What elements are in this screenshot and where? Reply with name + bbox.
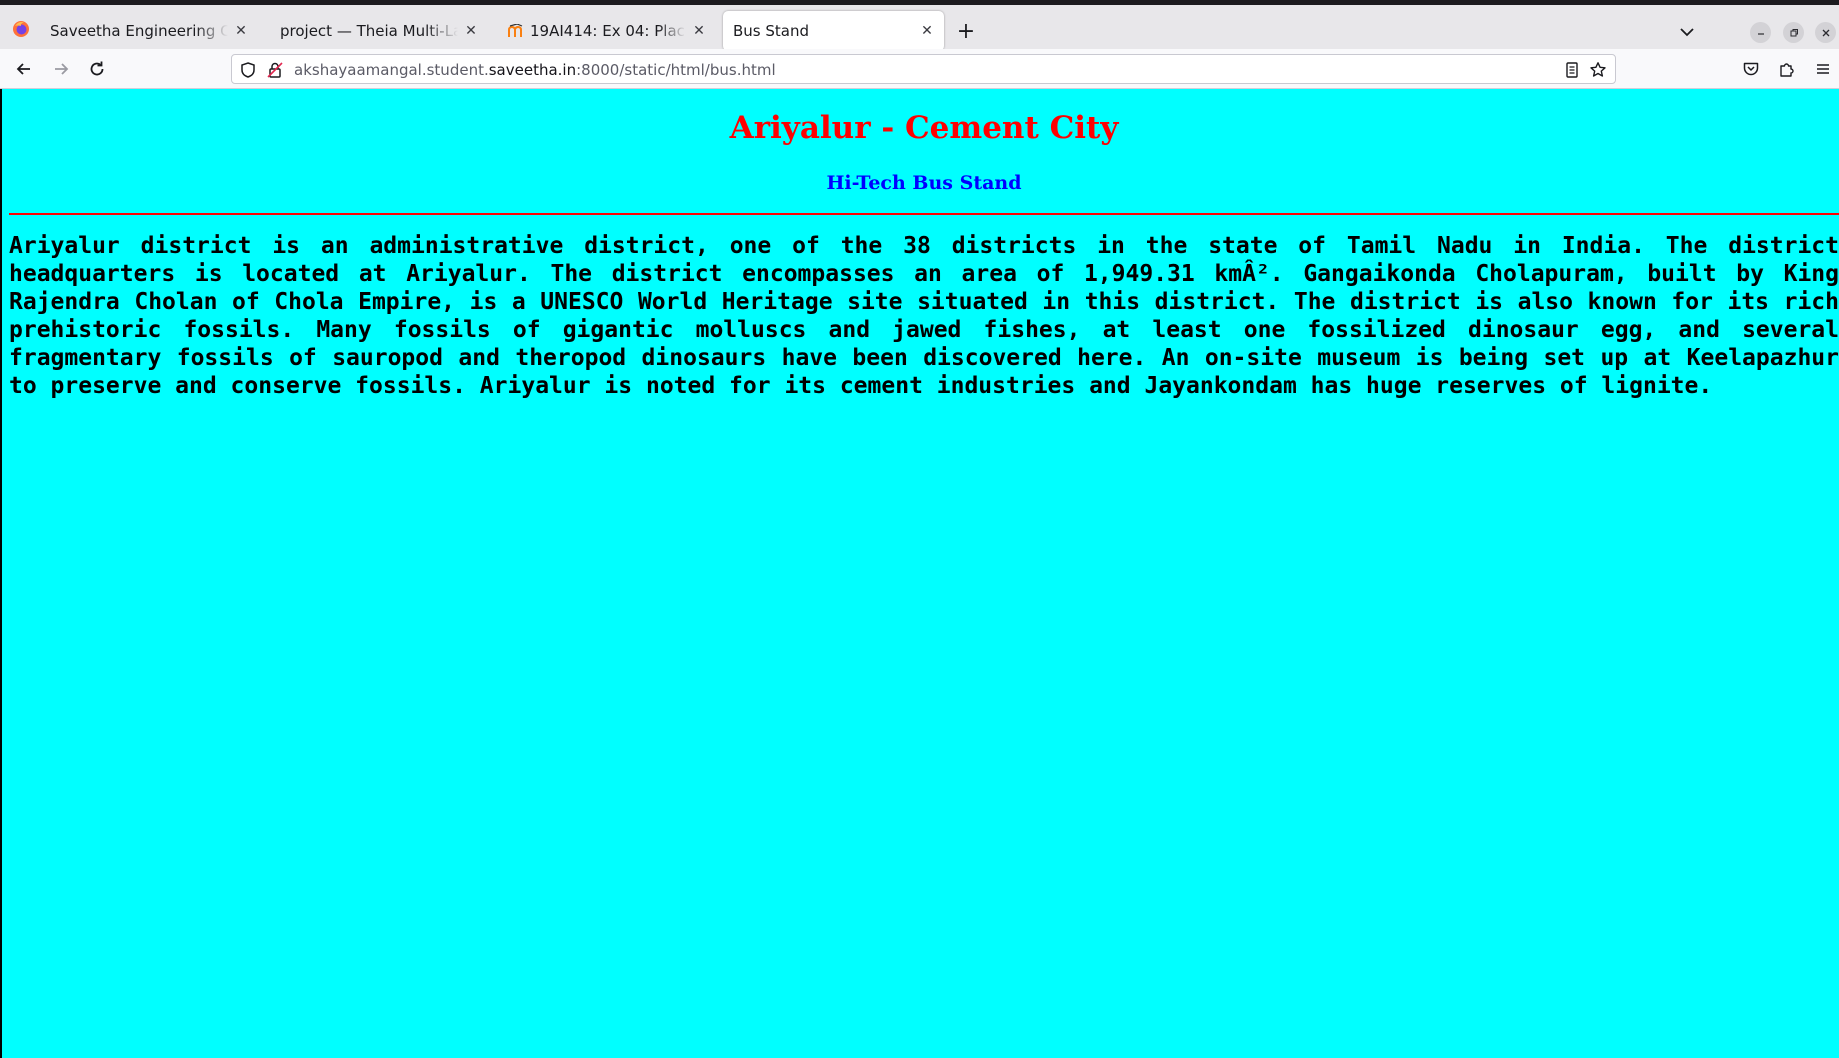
- close-tab-icon[interactable]: ✕: [232, 22, 250, 40]
- close-window-button[interactable]: [1815, 22, 1836, 43]
- forward-arrow-icon: [55, 63, 69, 75]
- minimize-icon: [1757, 32, 1764, 35]
- tab-saveetha[interactable]: Saveetha Engineering College ✕: [40, 11, 258, 51]
- bookmark-star-icon[interactable]: [1589, 61, 1607, 79]
- web-page: Ariyalur - Cement City Hi-Tech Bus Stand…: [0, 89, 1839, 1058]
- tab-19ai414[interactable]: 19AI414: Ex 04: Places Around ✕: [498, 11, 716, 51]
- reload-button[interactable]: [85, 57, 109, 81]
- minimize-button[interactable]: [1750, 22, 1771, 43]
- list-all-tabs-icon[interactable]: [1676, 21, 1698, 43]
- tracking-protection-shield-icon[interactable]: [239, 61, 257, 79]
- horizontal-rule: [9, 213, 1839, 215]
- forward-button[interactable]: [49, 57, 73, 81]
- url-suffix: :8000/static/html/bus.html: [576, 61, 776, 79]
- reader-view-icon[interactable]: [1563, 61, 1581, 79]
- close-icon: [1822, 29, 1829, 36]
- url-text[interactable]: akshayaamangal.student.saveetha.in:8000/…: [294, 61, 776, 79]
- restore-icon: [1790, 28, 1798, 36]
- moodle-icon: [508, 24, 523, 37]
- close-tab-icon[interactable]: ✕: [690, 22, 708, 40]
- tab-title: 19AI414: Ex 04: Places Around: [530, 22, 686, 40]
- window-left-border: [0, 89, 2, 1058]
- pocket-icon: [1743, 62, 1759, 76]
- tab-title: project — Theia Multi-Language: [280, 22, 458, 40]
- reload-icon: [90, 61, 104, 76]
- page-title: Ariyalur - Cement City: [729, 110, 1119, 146]
- back-button[interactable]: [12, 57, 36, 81]
- url-prefix: akshayaamangal.student.: [294, 61, 489, 79]
- insecure-lock-icon[interactable]: [266, 61, 284, 79]
- browser-window: Saveetha Engineering College ✕ project —…: [0, 0, 1839, 1058]
- tab-title: Saveetha Engineering College: [50, 22, 228, 40]
- new-tab-button[interactable]: +: [954, 19, 978, 44]
- puzzle-piece-icon: [1780, 63, 1794, 77]
- tab-title: Bus Stand: [733, 22, 810, 40]
- tab-strip: Saveetha Engineering College ✕ project —…: [0, 0, 1839, 54]
- tab-project-theia[interactable]: project — Theia Multi-Language ✕: [270, 11, 488, 51]
- navigation-toolbar: akshayaamangal.student.saveetha.in:8000/…: [0, 49, 1839, 89]
- tab-bus-stand[interactable]: Bus Stand ✕: [723, 11, 944, 51]
- hamburger-menu-icon: [1817, 64, 1829, 74]
- pocket-button[interactable]: [1739, 57, 1763, 81]
- address-bar[interactable]: akshayaamangal.student.saveetha.in:8000/…: [231, 54, 1616, 84]
- close-tab-icon[interactable]: ✕: [462, 22, 480, 40]
- close-tab-icon[interactable]: ✕: [918, 22, 936, 40]
- page-body-paragraph: Ariyalur district is an administrative d…: [9, 233, 1839, 399]
- firefox-icon[interactable]: [12, 20, 30, 38]
- extensions-button[interactable]: [1775, 57, 1799, 81]
- restore-button[interactable]: [1783, 22, 1804, 43]
- url-domain: saveetha.in: [488, 61, 577, 79]
- page-subtitle: Hi-Tech Bus Stand: [826, 172, 1022, 194]
- app-menu-button[interactable]: [1811, 57, 1835, 81]
- back-arrow-icon: [16, 63, 30, 75]
